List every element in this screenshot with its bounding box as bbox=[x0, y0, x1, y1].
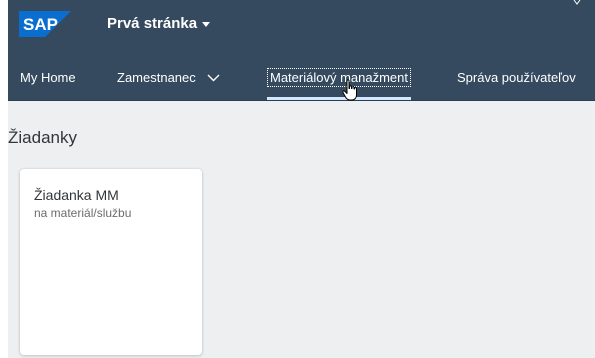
nav-item-label: Materiálový manažment bbox=[267, 68, 411, 87]
nav-item-label: My Home bbox=[20, 70, 76, 85]
corner-arrow-icon[interactable] bbox=[573, 0, 581, 8]
nav-item-label: Správa používateľov bbox=[457, 70, 576, 85]
sap-logo[interactable]: SAP bbox=[19, 11, 71, 37]
nav-item-zamestnanec[interactable]: Zamestnanec bbox=[117, 55, 220, 100]
nav-item-sprava-pouzivatelov[interactable]: Správa používateľov bbox=[457, 55, 576, 100]
section-title: Žiadanky bbox=[8, 128, 77, 147]
nav-item-label: Zamestnanec bbox=[117, 70, 196, 85]
nav-item-materialovy-manazment[interactable]: Materiálový manažment bbox=[267, 55, 411, 100]
chevron-down-icon bbox=[207, 74, 220, 81]
shell-header: SAP Prvá stránka bbox=[8, 0, 595, 55]
app-title: Prvá stránka bbox=[107, 15, 198, 32]
tile-ziadanka-mm[interactable]: Žiadanka MM na materiál/službu bbox=[20, 169, 202, 355]
nav-item-my-home[interactable]: My Home bbox=[20, 55, 76, 100]
fiori-launchpad: SAP Prvá stránka My Home Zamestnanec Mat… bbox=[8, 0, 595, 358]
app-title-menu[interactable]: Prvá stránka bbox=[107, 15, 211, 33]
caret-down-icon bbox=[202, 22, 211, 27]
svg-text:SAP: SAP bbox=[23, 15, 58, 34]
tile-title: Žiadanka MM bbox=[34, 187, 119, 203]
tile-subtitle: na materiál/službu bbox=[34, 206, 132, 220]
top-navigation: My Home Zamestnanec Materiálový manažmen… bbox=[8, 55, 595, 101]
